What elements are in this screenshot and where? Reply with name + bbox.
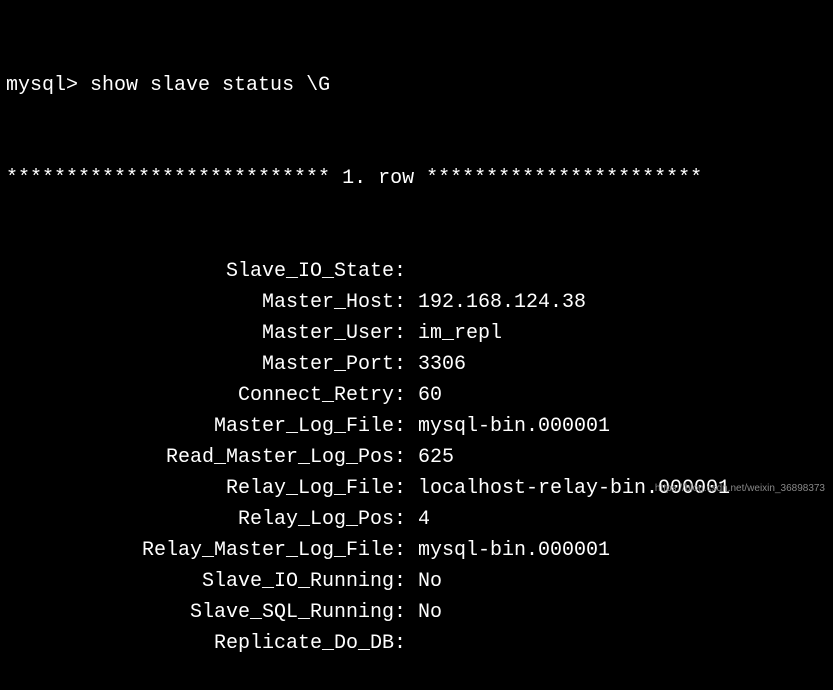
status-row: Master_Host:192.168.124.38	[6, 287, 833, 318]
status-value: 60	[406, 380, 442, 411]
status-row: Replicate_Do_DB:	[6, 628, 833, 659]
status-label: Relay_Log_File:	[6, 473, 406, 504]
status-value: mysql-bin.000001	[406, 535, 610, 566]
status-row: Connect_Retry:60	[6, 380, 833, 411]
status-label: Master_Log_File:	[6, 411, 406, 442]
status-value: No	[406, 597, 442, 628]
status-row: Master_Port:3306	[6, 349, 833, 380]
status-row: Slave_SQL_Running:No	[6, 597, 833, 628]
status-label: Slave_IO_State:	[6, 256, 406, 287]
command-line: mysql> show slave status \G	[6, 70, 833, 101]
row-separator: *************************** 1. row *****…	[6, 163, 833, 194]
status-row: Slave_IO_State:	[6, 256, 833, 287]
status-value: im_repl	[406, 318, 502, 349]
status-value: 4	[406, 504, 430, 535]
status-label: Master_User:	[6, 318, 406, 349]
status-value: 3306	[406, 349, 466, 380]
status-label: Master_Port:	[6, 349, 406, 380]
separator-stars-left: ***************************	[6, 167, 330, 190]
mysql-prompt: mysql>	[6, 74, 78, 97]
row-number: 1. row	[342, 167, 414, 190]
status-label: Slave_IO_Running:	[6, 566, 406, 597]
terminal-output: mysql> show slave status \G ************…	[6, 8, 833, 690]
status-label: Relay_Log_Pos:	[6, 504, 406, 535]
status-value: 192.168.124.38	[406, 287, 586, 318]
status-label: Relay_Master_Log_File:	[6, 535, 406, 566]
status-value: No	[406, 566, 442, 597]
status-row: Master_User:im_repl	[6, 318, 833, 349]
status-label: Slave_SQL_Running:	[6, 597, 406, 628]
status-row: Master_Log_File:mysql-bin.000001	[6, 411, 833, 442]
status-value	[406, 256, 418, 287]
status-row: Read_Master_Log_Pos:625	[6, 442, 833, 473]
status-label: Read_Master_Log_Pos:	[6, 442, 406, 473]
status-row: Relay_Log_Pos:4	[6, 504, 833, 535]
status-row: Relay_Master_Log_File:mysql-bin.000001	[6, 535, 833, 566]
watermark-text: https://blog.csdn.net/weixin_36898373	[655, 481, 825, 497]
status-label: Replicate_Do_DB:	[6, 628, 406, 659]
command-text: show slave status \G	[90, 74, 330, 97]
status-row: Slave_IO_Running:No	[6, 566, 833, 597]
status-value: 625	[406, 442, 454, 473]
status-label: Master_Host:	[6, 287, 406, 318]
status-rows-container: Slave_IO_State:Master_Host:192.168.124.3…	[6, 256, 833, 659]
status-label: Connect_Retry:	[6, 380, 406, 411]
status-value: mysql-bin.000001	[406, 411, 610, 442]
separator-stars-right: ***********************	[426, 167, 702, 190]
status-value	[406, 628, 418, 659]
